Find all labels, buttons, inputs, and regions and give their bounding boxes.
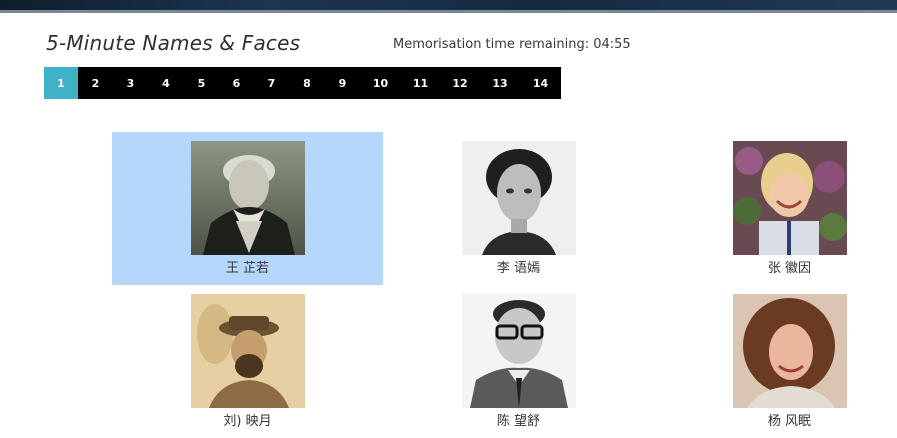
page-button-8[interactable]: 8 xyxy=(289,67,325,99)
page-button-11[interactable]: 11 xyxy=(401,67,440,99)
bearded-man-hat-photo xyxy=(191,294,305,408)
face-name-label: 杨 风眠 xyxy=(767,414,812,429)
face-card-3[interactable]: 张 徽因 xyxy=(654,132,897,285)
memorisation-timer: Memorisation time remaining: 04:55 xyxy=(393,37,631,52)
page-button-9[interactable]: 9 xyxy=(325,67,360,99)
page-button-6[interactable]: 6 xyxy=(219,67,254,99)
woman-short-hair-photo xyxy=(462,141,576,255)
page-button-12[interactable]: 12 xyxy=(440,67,480,99)
page-button-2[interactable]: 2 xyxy=(78,67,113,99)
page-title: 5-Minute Names & Faces xyxy=(46,31,301,55)
face-name-label: 刘) 映月 xyxy=(223,414,272,429)
face-card-5[interactable]: 陈 望舒 xyxy=(383,285,654,438)
face-name-label: 陈 望舒 xyxy=(496,414,541,429)
top-banner-divider xyxy=(0,10,897,13)
face-card-1[interactable]: 王 芷若 xyxy=(112,132,383,285)
page-navigation: 1 2 3 4 5 6 7 8 9 10 11 12 13 14 xyxy=(44,67,561,99)
page-button-10[interactable]: 10 xyxy=(360,67,401,99)
page-button-4[interactable]: 4 xyxy=(148,67,184,99)
page-button-7[interactable]: 7 xyxy=(254,67,289,99)
smiling-child-photo xyxy=(733,141,847,255)
man-glasses-photo xyxy=(462,294,576,408)
page-button-1[interactable]: 1 xyxy=(44,67,78,99)
woman-curly-hair-photo xyxy=(733,294,847,408)
face-name-label: 张 徽因 xyxy=(767,261,812,276)
face-card-2[interactable]: 李 语嫣 xyxy=(383,132,654,285)
face-name-label: 李 语嫣 xyxy=(496,261,541,276)
page-button-13[interactable]: 13 xyxy=(480,67,520,99)
face-name-label: 王 芷若 xyxy=(225,261,270,276)
page-button-3[interactable]: 3 xyxy=(113,67,148,99)
elderly-woman-photo xyxy=(191,141,305,255)
page-button-5[interactable]: 5 xyxy=(184,67,219,99)
face-card-4[interactable]: 刘) 映月 xyxy=(112,285,383,438)
top-banner xyxy=(0,0,897,10)
page-button-14[interactable]: 14 xyxy=(520,67,561,99)
face-card-6[interactable]: 杨 风眠 xyxy=(654,285,897,438)
